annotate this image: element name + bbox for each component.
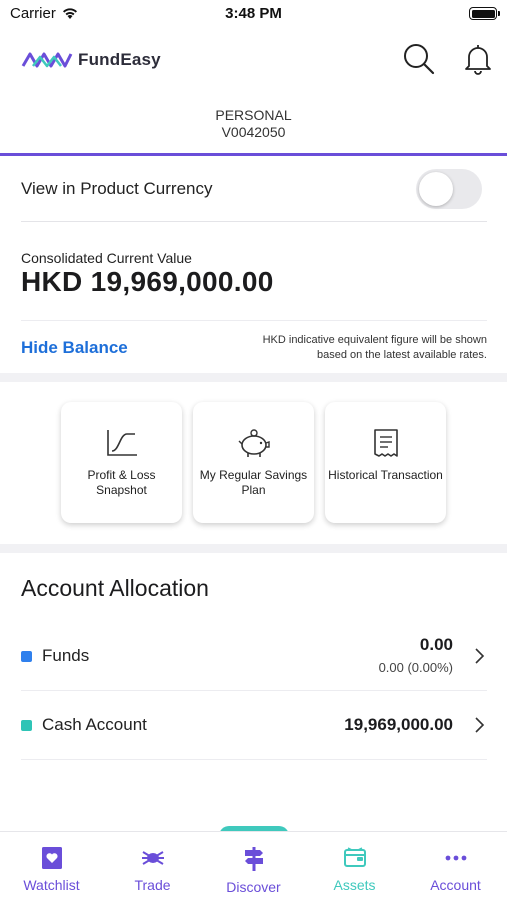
allocation-row-cash-account[interactable]: Cash Account 19,969,000.00 xyxy=(21,691,487,760)
account-underline xyxy=(0,153,507,156)
consolidated-value: HKD 19,969,000.00 xyxy=(21,266,274,297)
status-time: 3:48 PM xyxy=(225,5,282,22)
wallet-icon xyxy=(343,847,366,867)
hide-balance-link[interactable]: Hide Balance xyxy=(21,338,128,358)
cash-account-legend-dot xyxy=(21,720,32,731)
chevron-right-icon[interactable] xyxy=(473,716,485,734)
tab-trade[interactable]: Trade xyxy=(102,846,203,893)
section-separator xyxy=(0,544,507,553)
bottom-tab-bar: Watchlist Trade Discover Assets Account xyxy=(0,831,507,900)
piggy-bank-icon xyxy=(238,429,270,457)
allocation-amount: 19,969,000.00 xyxy=(344,715,453,734)
receipt-icon xyxy=(373,429,398,457)
more-dots-icon xyxy=(445,855,466,861)
tab-label: Watchlist xyxy=(23,877,80,893)
card-label: Historical Transaction xyxy=(328,468,443,482)
account-allocation-title: Account Allocation xyxy=(21,575,209,601)
tab-discover[interactable]: Discover xyxy=(203,846,304,895)
allocation-name: Funds xyxy=(42,646,90,665)
regular-savings-plan-card[interactable]: My Regular Savings Plan xyxy=(193,402,314,523)
bell-icon[interactable] xyxy=(461,42,495,76)
tab-label: Assets xyxy=(333,877,376,893)
profit-loss-snapshot-card[interactable]: Profit & Loss Snapshot xyxy=(61,402,182,523)
search-icon[interactable] xyxy=(402,42,436,76)
bug-trade-icon xyxy=(141,851,164,865)
status-bar: Carrier 3:48 PM xyxy=(0,0,507,30)
account-number: V0042050 xyxy=(221,124,286,140)
app-name: FundEasy xyxy=(78,50,161,69)
divider xyxy=(21,320,487,321)
tab-assets[interactable]: Assets xyxy=(304,846,405,893)
tab-watchlist[interactable]: Watchlist xyxy=(1,846,102,893)
allocation-name: Cash Account xyxy=(42,715,147,734)
product-currency-label: View in Product Currency xyxy=(21,179,213,198)
historical-transaction-card[interactable]: Historical Transaction xyxy=(325,402,446,523)
funds-legend-dot xyxy=(21,651,32,662)
tab-label: Discover xyxy=(226,879,281,895)
card-label: My Regular Savings Plan xyxy=(199,468,308,497)
product-currency-toggle[interactable] xyxy=(416,169,482,209)
account-header[interactable]: PERSONAL V0042050 xyxy=(0,107,507,141)
app-logo: FundEasy xyxy=(21,49,161,71)
toggle-knob xyxy=(419,172,453,206)
tab-account[interactable]: Account xyxy=(405,846,506,893)
account-type: PERSONAL xyxy=(215,107,292,123)
app-header: FundEasy xyxy=(0,36,507,84)
allocation-amount: 0.00 xyxy=(419,635,453,654)
hkd-indicative-note: HKD indicative equivalent figure will be… xyxy=(262,334,487,361)
allocation-sub-value: 0.00 (0.00%) xyxy=(378,660,453,675)
tab-label: Trade xyxy=(134,877,171,893)
tab-label: Account xyxy=(430,877,481,893)
card-label: Profit & Loss Snapshot xyxy=(87,468,156,497)
consolidated-value-label: Consolidated Current Value xyxy=(21,250,192,266)
battery-icon xyxy=(469,7,500,20)
fundeasy-logo-icon xyxy=(21,52,73,68)
allocation-row-funds[interactable]: Funds 0.00 0.00 (0.00%) xyxy=(21,622,487,691)
signpost-icon xyxy=(244,847,263,871)
chevron-right-icon[interactable] xyxy=(473,647,485,665)
chart-curve-icon xyxy=(106,430,137,456)
section-separator xyxy=(0,373,507,382)
heart-card-icon xyxy=(41,847,62,869)
product-currency-row: View in Product Currency xyxy=(21,166,487,222)
